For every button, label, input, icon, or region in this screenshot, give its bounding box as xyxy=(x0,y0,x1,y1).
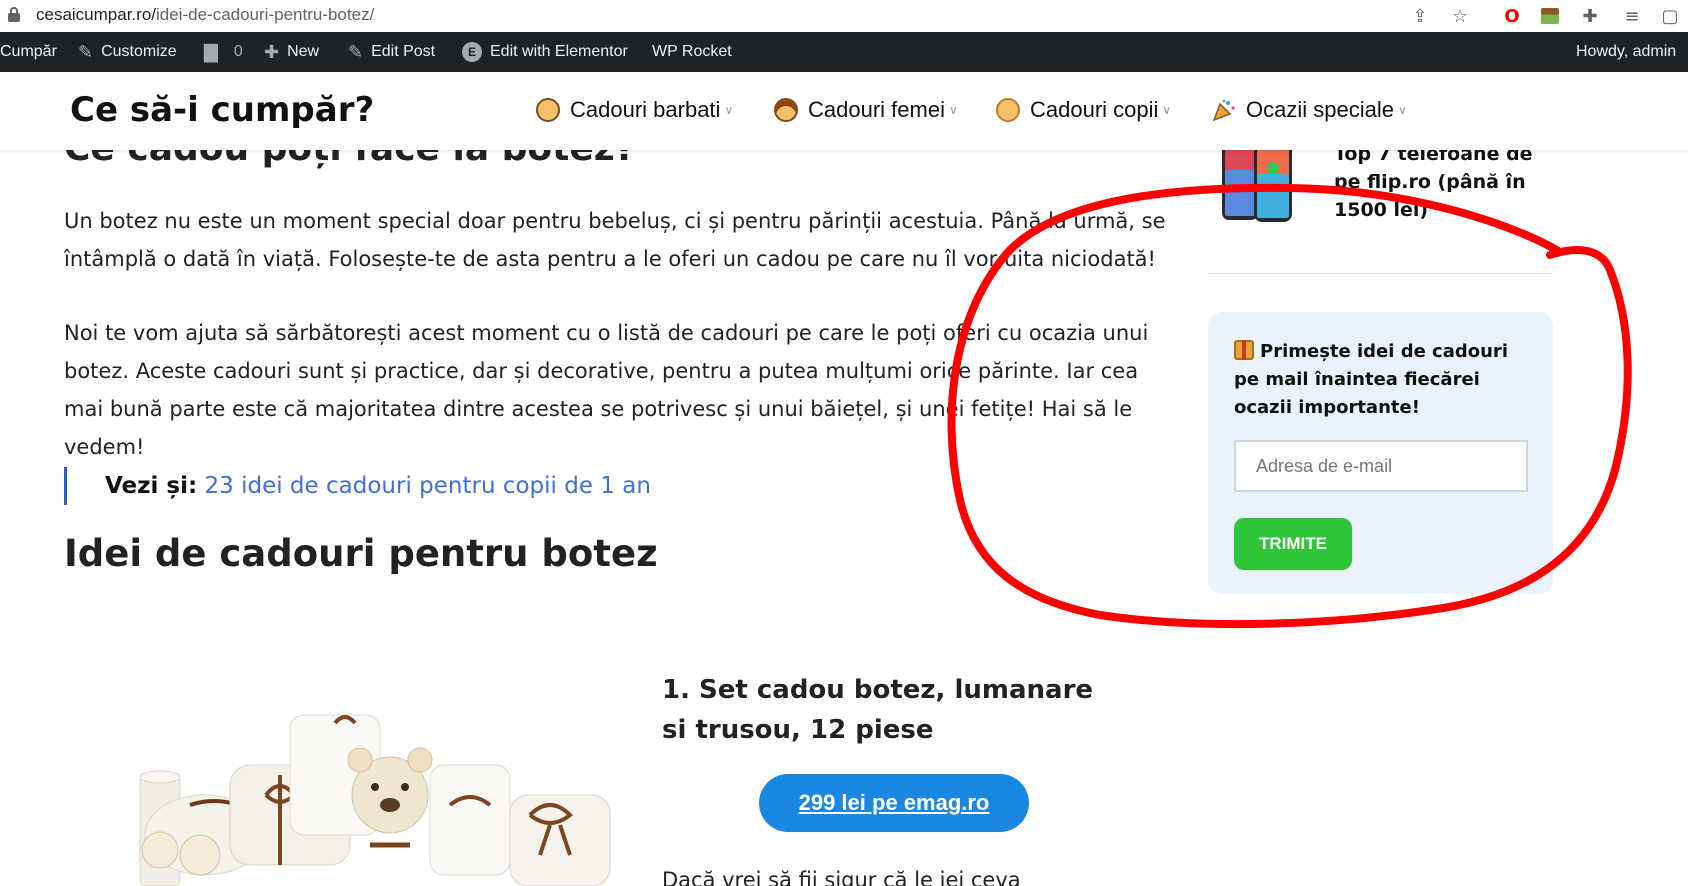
media-icon[interactable]: ≡ xyxy=(1620,4,1644,28)
article-content: Ce cadou poți face la botez? Un botez nu… xyxy=(0,140,1200,886)
admin-wp-rocket-label: WP Rocket xyxy=(652,43,732,60)
url-path: idei-de-cadouri-pentru-botez/ xyxy=(156,5,375,24)
admin-site-name[interactable]: Cumpăr xyxy=(0,32,57,72)
admin-edit-elementor[interactable]: E Edit with Elementor xyxy=(462,32,628,72)
star-icon[interactable]: ☆ xyxy=(1448,4,1472,28)
heading-idei-cadouri: Idei de cadouri pentru botez xyxy=(64,532,658,575)
chevron-down-icon: ∨ xyxy=(724,103,734,117)
site-logo[interactable]: Ce să-i cumpăr? xyxy=(70,90,374,130)
admin-comments[interactable]: ▇ 0 xyxy=(204,32,243,72)
window-icon[interactable]: ▢ xyxy=(1658,4,1682,28)
gift-icon xyxy=(1234,340,1254,360)
browser-url-bar: cesaicumpar.ro/idei-de-cadouri-pentru-bo… xyxy=(0,0,1688,32)
party-popper-icon xyxy=(1212,98,1236,122)
nav-cadouri-copii[interactable]: Cadouri copii ∨ xyxy=(996,97,1171,123)
admin-edit-post[interactable]: ✎ Edit Post xyxy=(348,32,435,72)
man-emoji-icon xyxy=(536,98,560,122)
admin-wp-rocket[interactable]: WP Rocket xyxy=(652,32,732,72)
admin-customize[interactable]: ✎ Customize xyxy=(78,32,177,72)
nav-ocazii-speciale[interactable]: Ocazii speciale ∨ xyxy=(1212,97,1407,123)
nav-label: Cadouri barbati xyxy=(570,97,721,122)
brush-icon: ✎ xyxy=(78,41,94,63)
see-also-label: Vezi și: xyxy=(105,473,198,499)
chevron-down-icon: ∨ xyxy=(1162,103,1172,117)
site-header: Ce să-i cumpăr? Cadouri barbati ∨ Cadour… xyxy=(0,72,1688,150)
admin-edit-elementor-label: Edit with Elementor xyxy=(490,43,628,60)
intro-paragraph-2: Noi te vom ajuta să sărbătorești acest m… xyxy=(64,321,1149,459)
comments-count: 0 xyxy=(233,43,243,60)
nav-label: Ocazii speciale xyxy=(1246,97,1394,122)
product-description: Dacă vrei să fii sigur că le iei ceva xyxy=(662,868,1021,886)
extension-grass-icon[interactable] xyxy=(1538,4,1562,28)
admin-edit-post-label: Edit Post xyxy=(371,43,436,60)
sidebar-divider xyxy=(1208,273,1553,274)
admin-site-label: Cumpăr xyxy=(0,43,57,60)
share-icon[interactable]: ⇪ xyxy=(1408,4,1432,28)
comment-icon: ▇ xyxy=(204,41,218,63)
chevron-down-icon: ∨ xyxy=(1397,103,1407,117)
admin-customize-label: Customize xyxy=(101,43,177,60)
admin-howdy[interactable]: Howdy, admin xyxy=(1576,32,1676,72)
see-also-link[interactable]: 23 idei de cadouri pentru copii de 1 an xyxy=(205,473,651,499)
product-image[interactable] xyxy=(90,705,620,886)
admin-new-label: New xyxy=(287,43,320,60)
product-title: 1. Set cadou botez, lumanare si trusou, … xyxy=(662,675,1094,745)
nav-cadouri-femei[interactable]: Cadouri femei ∨ xyxy=(774,97,958,123)
chevron-down-icon: ∨ xyxy=(948,103,958,117)
nav-label: Cadouri femei xyxy=(808,97,945,122)
elementor-icon: E xyxy=(462,42,482,62)
child-emoji-icon xyxy=(996,98,1020,122)
newsletter-title: Primește idei de cadouri pe mail înainte… xyxy=(1234,338,1534,422)
email-field[interactable] xyxy=(1234,440,1528,492)
woman-emoji-icon xyxy=(774,98,798,122)
pencil-icon: ✎ xyxy=(348,41,364,63)
nav-label: Cadouri copii xyxy=(1030,97,1159,122)
plus-icon: ✚ xyxy=(264,41,280,63)
intro-paragraph-1: Un botez nu este un moment special doar … xyxy=(64,209,1166,271)
price-button[interactable]: 299 lei pe emag.ro xyxy=(759,774,1029,832)
sidebar-post-title[interactable]: Top 7 telefoane de pe flip.ro (până în 1… xyxy=(1334,140,1564,224)
admin-howdy-label: Howdy, admin xyxy=(1576,43,1677,60)
wp-admin-bar: Cumpăr ✎ Customize ▇ 0 ✚ New ✎ Edit Post E Ed… xyxy=(0,32,1688,72)
url-domain: cesaicumpar.ro/ xyxy=(36,5,156,24)
nav-cadouri-barbati[interactable]: Cadouri barbati ∨ xyxy=(536,97,733,123)
newsletter-box: Primește idei de cadouri pe mail înainte… xyxy=(1208,312,1553,594)
address-bar[interactable]: cesaicumpar.ro/idei-de-cadouri-pentru-bo… xyxy=(36,5,374,25)
admin-new[interactable]: ✚ New xyxy=(264,32,319,72)
newsletter-title-text: Primește idei de cadouri pe mail înainte… xyxy=(1234,341,1508,418)
puzzle-icon[interactable]: ✚ xyxy=(1578,4,1602,28)
lock-icon[interactable] xyxy=(8,7,20,23)
submit-button[interactable]: TRIMITE xyxy=(1234,518,1352,570)
opera-icon[interactable]: O xyxy=(1500,4,1524,28)
see-also-quote: Vezi și: 23 idei de cadouri pentru copii… xyxy=(64,467,651,505)
